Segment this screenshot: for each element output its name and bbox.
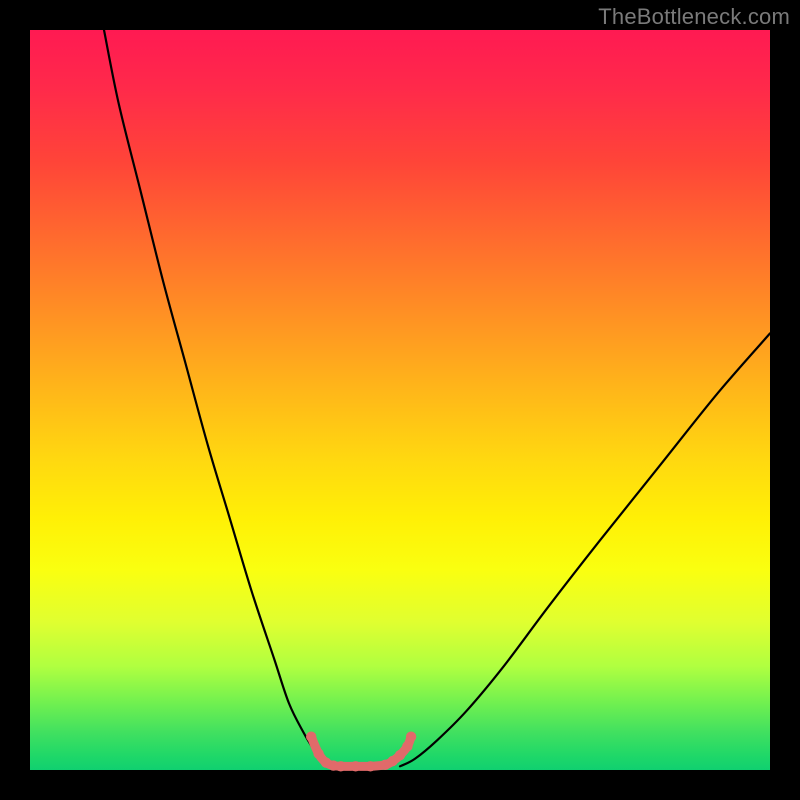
chart-frame: TheBottleneck.com — [0, 0, 800, 800]
knot-dot — [350, 761, 360, 771]
knot-dot — [306, 732, 316, 742]
right-curve — [400, 333, 770, 766]
plot-area — [30, 30, 770, 770]
knot-dot — [313, 749, 323, 759]
left-curve — [104, 30, 326, 766]
knot-dot — [336, 761, 346, 771]
knot-dot — [395, 750, 405, 760]
knot-dot — [365, 761, 375, 771]
knot-dot — [406, 732, 416, 742]
knot-dot — [402, 741, 412, 751]
watermark-text: TheBottleneck.com — [598, 4, 790, 30]
curve-layer — [30, 30, 770, 770]
